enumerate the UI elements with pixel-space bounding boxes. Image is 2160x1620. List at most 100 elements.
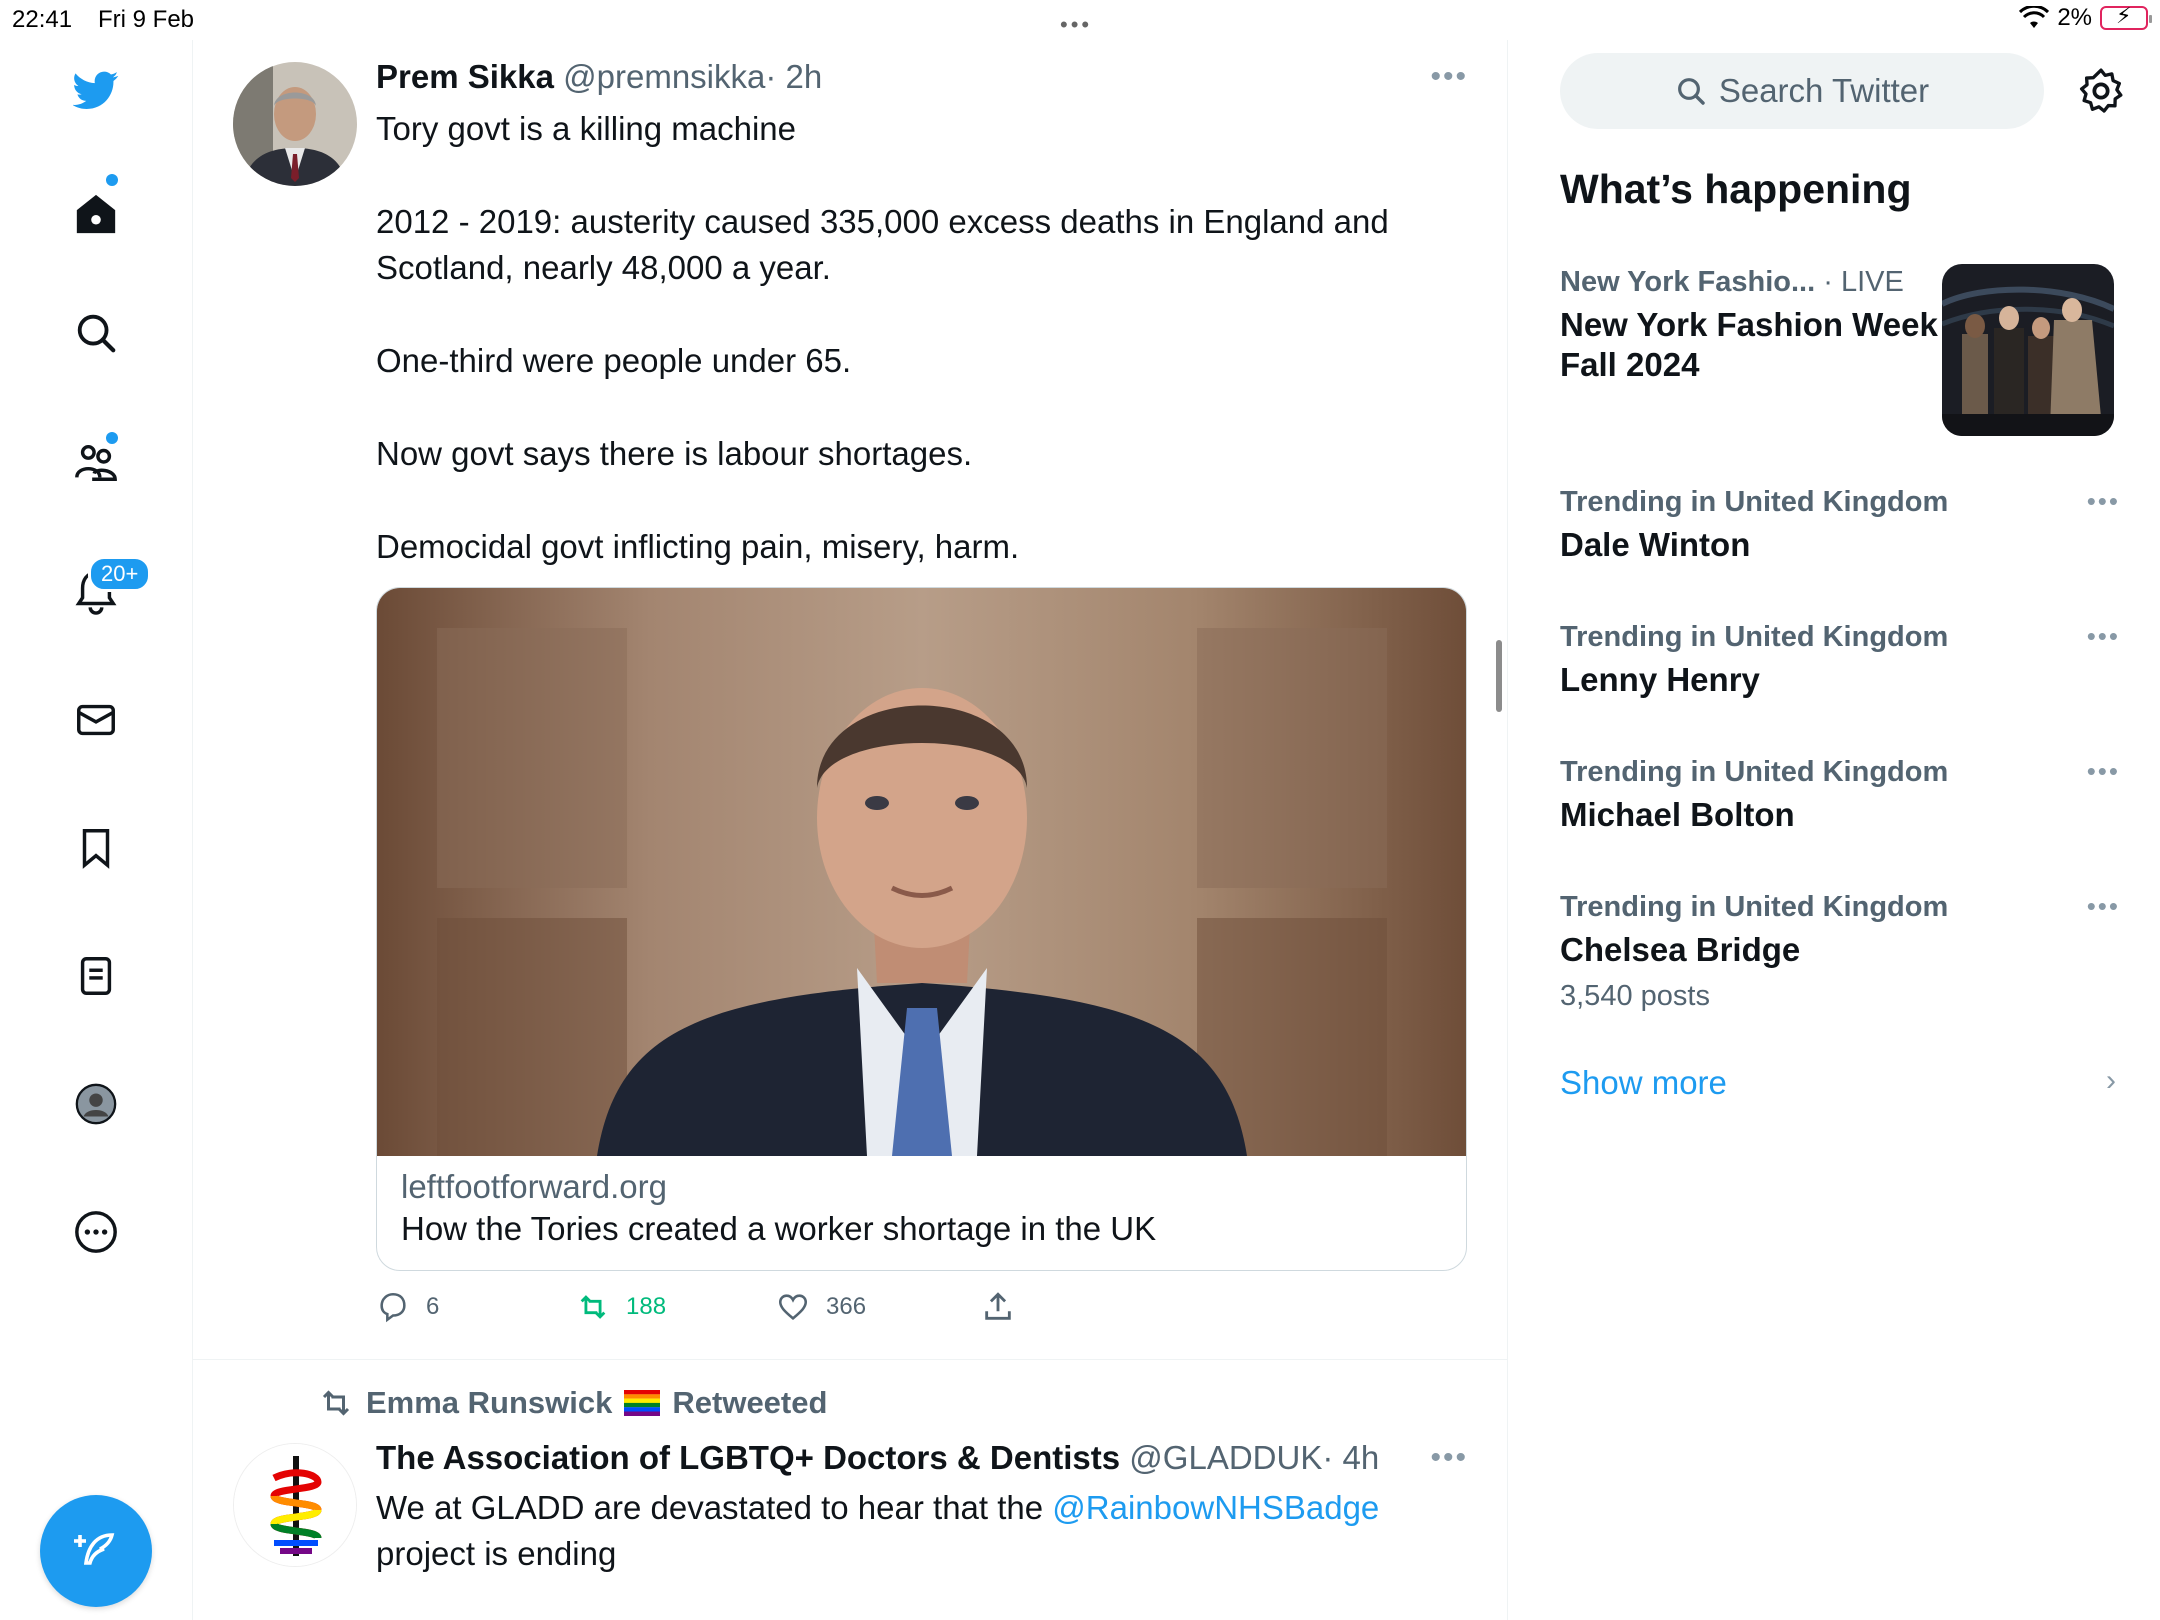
messages-envelope-icon[interactable] [66,690,126,750]
tweet-time[interactable]: · 2h [765,58,822,95]
link-card-domain: leftfootforward.org [401,1168,667,1205]
trend-more-icon[interactable]: ••• [2087,621,2120,652]
feed-scrollbar[interactable] [1496,640,1502,712]
status-date: Fri 9 Feb [98,6,195,33]
retweet-count: 188 [626,1293,667,1320]
share-upload-icon [985,1292,1011,1320]
trend-more-icon[interactable]: ••• [2087,486,2120,517]
wifi-icon [2019,6,2050,28]
trend-category: Trending in United Kingdom [1560,891,1949,923]
communities-unread-dot [106,432,118,444]
trend-more-icon[interactable]: ••• [2087,891,2120,922]
compose-tweet-button[interactable] [40,1495,152,1607]
status-bar: 22:41 Fri 9 Feb ••• 2% ⚡ [0,0,2160,40]
trend-category: New York Fashio... [1560,266,1816,298]
tweet-more-icon[interactable]: ••• [1430,60,1468,94]
mention-link[interactable]: @RainbowNHSBadge [1052,1489,1379,1526]
trend-featured[interactable]: New York Fashio... · LIVE New York Fashi… [1560,266,1960,385]
lists-icon[interactable] [66,946,126,1006]
show-more-link[interactable]: Show more › [1560,1064,2120,1102]
reply-count: 6 [426,1293,440,1320]
status-time: 22:41 [12,6,73,33]
battery-percent: 2% [2057,4,2092,31]
tweet-more-icon[interactable]: ••• [1430,1441,1468,1475]
tweet-line: Tory govt is a killing machine [376,110,797,147]
trend-item[interactable]: Trending in United Kingdom Dale Winton •… [1560,486,2120,565]
tweet-line: Now govt says there is labour shortages. [376,435,973,472]
link-card-meta: leftfootforward.org How the Tories creat… [401,1168,1156,1248]
reply-bubble-icon [380,1292,406,1323]
trend-item[interactable]: Trending in United Kingdom Lenny Henry •… [1560,621,2120,700]
multitasking-grabber[interactable]: ••• [1060,12,1092,38]
author-avatar[interactable] [233,1443,357,1567]
search-placeholder: Search Twitter [1718,72,1930,109]
author-name[interactable]: The Association of LGBTQ+ Doctors & Dent… [376,1439,1120,1476]
author-handle[interactable]: @premnsikka [563,58,765,95]
bookmarks-icon[interactable] [66,818,126,878]
like-count: 366 [826,1293,867,1320]
feather-plus-icon [74,1533,115,1565]
retweeted-by-line: Emma Runswick Retweeted [318,1385,827,1421]
trend-topic: Chelsea Bridge [1560,931,1801,968]
search-input[interactable]: Search Twitter [1560,53,2044,129]
tweet-time[interactable]: · 4h [1322,1439,1379,1476]
trend-topic: New York Fashion Week Fall 2024 [1560,306,1938,383]
reply-button[interactable]: 6 [376,1290,439,1324]
twitter-logo-icon[interactable] [66,60,126,120]
trend-category: Trending in United Kingdom [1560,486,1949,518]
tweet-text: Tory govt is a killing machine 2012 - 20… [376,106,1456,570]
link-card-image [377,588,1466,1156]
tweet-line: 2012 - 2019: austerity caused 335,000 ex… [376,203,1389,286]
retweet-button[interactable]: 188 [576,1290,666,1324]
settings-gear-icon[interactable] [2076,66,2126,116]
trend-topic: Michael Bolton [1560,796,1795,833]
battery-icon: ⚡ [2100,3,2152,30]
trend-category: Trending in United Kingdom [1560,621,1949,653]
home-icon[interactable] [66,184,126,244]
author-avatar[interactable] [233,62,357,186]
tweet-text-end: project is ending [376,1535,617,1572]
timeline-feed[interactable]: Prem Sikka @premnsikka· 2h ••• Tory govt… [193,40,1508,1620]
author-handle[interactable]: @GLADDUK [1129,1439,1322,1476]
tweet-line: Democidal govt inflicting pain, misery, … [376,528,1020,565]
tweet-header: Prem Sikka @premnsikka· 2h [376,58,822,96]
profile-avatar-icon[interactable] [66,1074,126,1134]
chevron-right-icon: › [2106,1064,2116,1097]
more-options-icon[interactable] [66,1202,126,1262]
trend-topic: Dale Winton [1560,526,1751,563]
rainbow-flag-icon [624,1390,661,1416]
home-unread-dot [106,174,118,186]
like-button[interactable]: 366 [776,1290,866,1324]
retweet-icon [322,1390,350,1416]
notifications-badge: 20+ [88,556,152,592]
retweeted-label: Retweeted [672,1385,828,1420]
tweet-actions: 6 188 366 [376,1290,1076,1330]
link-card[interactable]: leftfootforward.org How the Tories creat… [376,587,1467,1271]
search-icon [1677,78,1705,105]
status-right: 2% ⚡ [2019,3,2152,32]
whats-happening-title: What’s happening [1560,166,1912,212]
trend-item[interactable]: Trending in United Kingdom Chelsea Bridg… [1560,891,2120,1013]
tweet-text-start: We at GLADD are devastated to hear that … [376,1489,1053,1526]
right-sidebar: Search Twitter What’s happening New York… [1508,40,2160,1620]
share-button[interactable] [981,1290,1015,1324]
retweeter-name[interactable]: Emma Runswick [366,1385,612,1421]
tweet-header: The Association of LGBTQ+ Doctors & Dent… [376,1439,1379,1477]
trend-topic: Lenny Henry [1560,661,1760,698]
trend-more-icon[interactable]: ••• [2087,756,2120,787]
retweet-icon [580,1295,606,1319]
tweet-text: We at GLADD are devastated to hear that … [376,1485,1426,1577]
heart-icon [778,1294,808,1320]
show-more-label: Show more [1560,1064,1727,1101]
link-card-title: How the Tories created a worker shortage… [401,1210,1157,1247]
tweet-line: One-third were people under 65. [376,342,852,379]
trend-post-count: 3,540 posts [1560,980,1710,1012]
trend-featured-image[interactable] [1942,264,2114,436]
trend-category: Trending in United Kingdom [1560,756,1949,788]
live-label: · LIVE [1823,266,1904,298]
left-nav: 20+ [0,40,193,1620]
explore-icon[interactable] [66,303,126,363]
tweet-divider [193,1359,1508,1360]
trend-item[interactable]: Trending in United Kingdom Michael Bolto… [1560,756,2120,835]
author-name[interactable]: Prem Sikka [376,58,554,95]
